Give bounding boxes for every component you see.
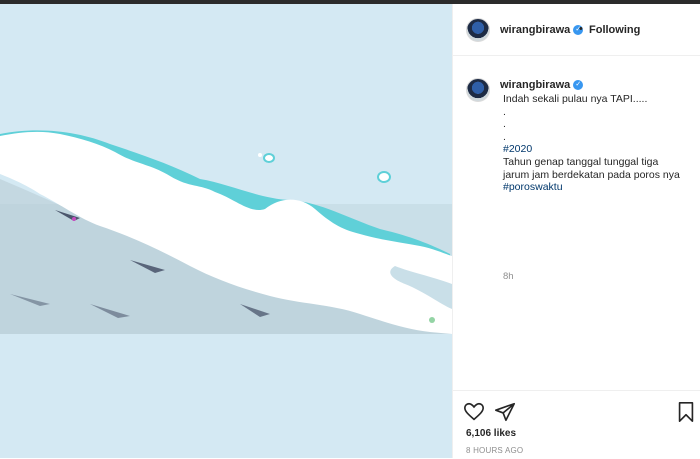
caption-text: Indah sekali pulau nya TAPI..... . . . #… [503, 93, 683, 194]
avatar[interactable] [466, 18, 490, 42]
hashtag-link[interactable]: #2020 [503, 143, 532, 155]
caption-line: Tahun genap tanggal tunggal tiga jarum j… [503, 155, 683, 181]
heart-icon[interactable] [463, 401, 485, 423]
bookmark-icon[interactable] [675, 401, 697, 423]
comment-timestamp[interactable]: 8h [503, 271, 514, 282]
post-image[interactable] [0, 4, 452, 458]
action-bar: 6,106 likes 8 HOURS AGO [453, 390, 700, 459]
username-link[interactable]: wirangbirawa ✓ [500, 79, 584, 91]
post-sidebar: wirangbirawa ✓ • Following wirangbirawa ✓ … [452, 4, 700, 458]
avatar[interactable] [466, 78, 490, 102]
verified-badge-icon: ✓ [573, 80, 584, 91]
username-link[interactable]: wirangbirawa ✓ [500, 24, 584, 36]
caption-line: Indah sekali pulau nya TAPI..... . . . [503, 93, 648, 143]
following-button[interactable]: Following [589, 24, 640, 36]
java-island-satellite-map [0, 130, 452, 334]
separator-dot: • [579, 23, 583, 35]
paper-plane-icon[interactable] [494, 401, 516, 423]
hashtag-link[interactable]: #poroswaktu [503, 181, 563, 193]
post-timestamp[interactable]: 8 HOURS AGO [466, 446, 523, 455]
likes-count[interactable]: 6,106 likes [466, 428, 516, 439]
post-header: wirangbirawa ✓ • Following [453, 4, 700, 56]
